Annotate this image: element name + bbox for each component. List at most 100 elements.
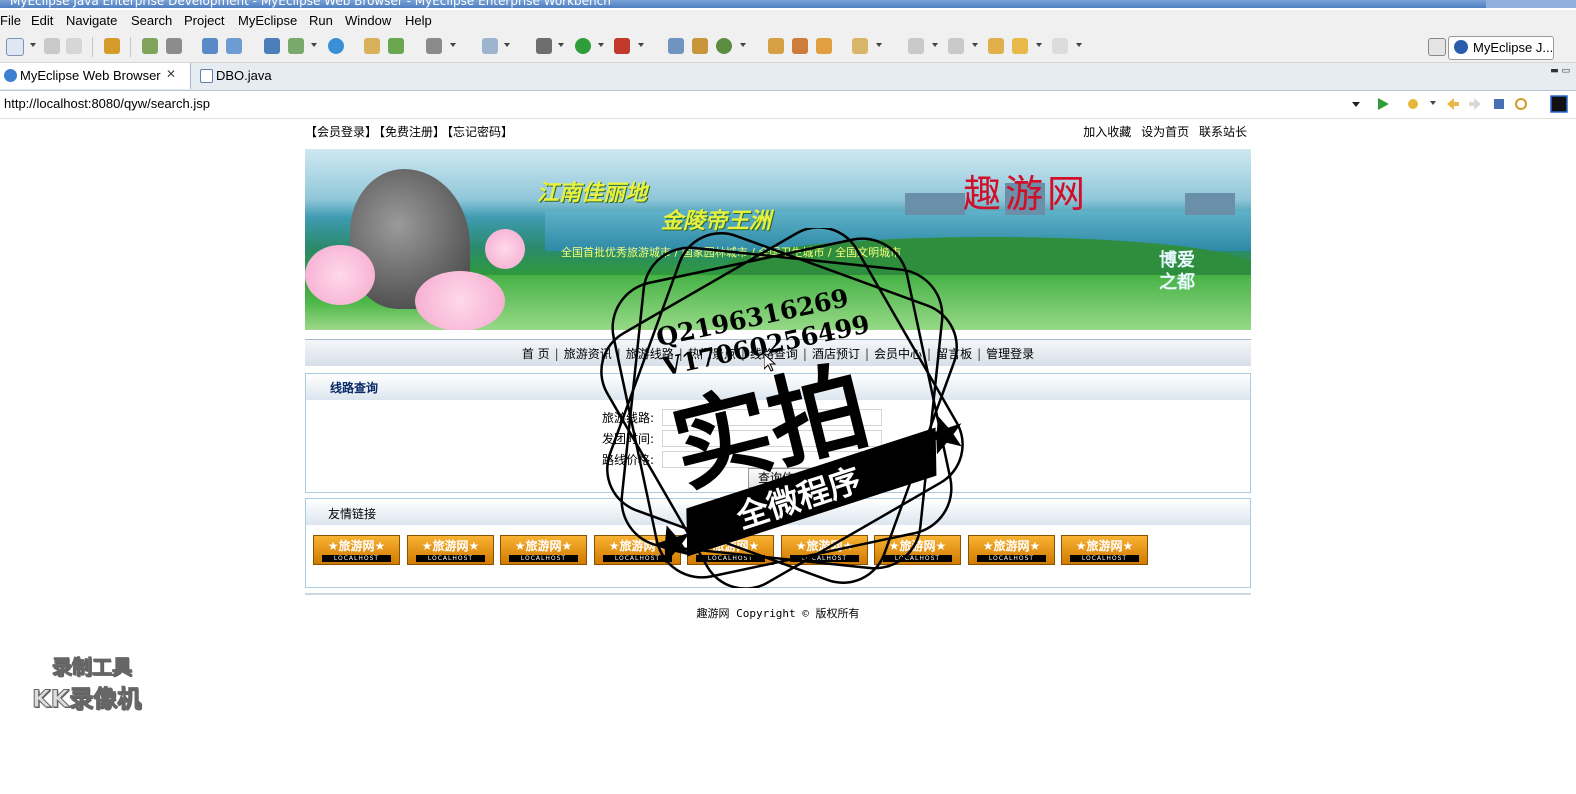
- open-perspective-icon[interactable]: [1428, 38, 1446, 56]
- java-file-icon: [200, 69, 213, 83]
- save-all-icon[interactable]: [66, 38, 82, 54]
- friend-link-badge[interactable]: ★旅游网★ LOCALHOST: [500, 535, 587, 565]
- close-icon[interactable]: ✕: [166, 67, 176, 81]
- web-browser-icon[interactable]: [328, 38, 344, 54]
- tab-dbo-java[interactable]: DBO.java: [196, 63, 296, 89]
- capability-dropdown-icon[interactable]: [311, 43, 317, 47]
- search-tool-icon[interactable]: [716, 38, 732, 54]
- add-favorite-link[interactable]: 加入收藏: [1083, 125, 1131, 139]
- menu-file[interactable]: File: [0, 13, 21, 28]
- next-annotation-dropdown-icon[interactable]: [932, 43, 938, 47]
- toolbar-separator: [130, 37, 131, 57]
- server-wizard-icon[interactable]: [142, 38, 158, 54]
- browser-stop-icon[interactable]: [1492, 97, 1506, 111]
- run-dropdown-icon[interactable]: [598, 43, 604, 47]
- package-icon[interactable]: [104, 38, 120, 54]
- browser-refresh-icon[interactable]: [1514, 97, 1528, 111]
- back-icon[interactable]: [1012, 38, 1028, 54]
- panel-title: 友情链接: [328, 507, 377, 521]
- project-wizard-icon[interactable]: [264, 38, 280, 54]
- tasks-icon[interactable]: [768, 38, 784, 54]
- panel-title: 线路查询: [330, 381, 379, 395]
- new-java-dropdown-icon[interactable]: [504, 43, 510, 47]
- menu-project[interactable]: Project: [184, 13, 224, 28]
- recorder-line1: 录制工具: [52, 655, 133, 680]
- menu-edit[interactable]: Edit: [31, 13, 53, 28]
- prev-annotation-dropdown-icon[interactable]: [972, 43, 978, 47]
- nav-admin-login[interactable]: 管理登录: [986, 347, 1034, 361]
- banner-blossom: [485, 229, 525, 269]
- save-icon[interactable]: [44, 38, 60, 54]
- minimize-maximize-icon[interactable]: ▬ ▭: [1550, 66, 1570, 76]
- browser-back-icon[interactable]: [1446, 97, 1460, 111]
- menu-bar: File Edit Navigate Search Project MyEcli…: [0, 10, 1576, 32]
- annotation-icon[interactable]: [816, 38, 832, 54]
- menu-navigate[interactable]: Navigate: [66, 13, 117, 28]
- forward-icon[interactable]: [1052, 38, 1068, 54]
- friend-link-badge[interactable]: ★旅游网★ LOCALHOST: [313, 535, 400, 565]
- tab-web-browser[interactable]: MyEclipse Web Browser ✕: [0, 63, 191, 89]
- menu-myeclipse[interactable]: MyEclipse: [238, 13, 297, 28]
- run-icon[interactable]: [575, 38, 591, 54]
- site-util-links: 加入收藏 设为首页 联系站长: [1077, 123, 1247, 140]
- prev-annotation-icon[interactable]: [948, 38, 964, 54]
- banner-city: [905, 193, 965, 215]
- last-edit-icon[interactable]: [988, 38, 1004, 54]
- external-tools-dropdown-icon[interactable]: [638, 43, 644, 47]
- member-links: 【会员登录】 【免费注册】 【忘记密码】: [305, 123, 515, 140]
- banner-line1: 江南佳丽地: [537, 180, 648, 206]
- folder-nav-dropdown-icon[interactable]: [876, 43, 882, 47]
- open-type-icon[interactable]: [668, 38, 684, 54]
- console-icon[interactable]: [1550, 95, 1568, 113]
- server-icon[interactable]: [166, 38, 182, 54]
- new-dropdown-icon[interactable]: [30, 43, 36, 47]
- myeclipse-perspective-icon: [1454, 40, 1468, 54]
- forgot-password-link[interactable]: 【忘记密码】: [447, 125, 513, 139]
- url-history-dropdown-icon[interactable]: [1352, 102, 1360, 107]
- url-input[interactable]: http://localhost:8080/qyw/search.jsp: [4, 96, 210, 111]
- menu-run[interactable]: Run: [309, 13, 333, 28]
- perspective-switcher[interactable]: MyEclipse J...: [1448, 36, 1554, 60]
- next-annotation-icon[interactable]: [908, 38, 924, 54]
- member-login-link[interactable]: 【会员登录】: [305, 125, 377, 139]
- external-tools-icon[interactable]: [614, 38, 630, 54]
- open-folder-icon[interactable]: [364, 38, 380, 54]
- undeploy-icon[interactable]: [226, 38, 242, 54]
- camera-icon[interactable]: [426, 38, 442, 54]
- friend-link-badge[interactable]: ★旅游网★ LOCALHOST: [1061, 535, 1148, 565]
- set-homepage-link[interactable]: 设为首页: [1141, 125, 1189, 139]
- go-icon[interactable]: [1376, 97, 1390, 111]
- add-capability-icon[interactable]: [288, 38, 304, 54]
- back-dropdown-icon[interactable]: [1036, 43, 1042, 47]
- browser-forward-icon[interactable]: [1468, 97, 1482, 111]
- perspective-label: MyEclipse J...: [1473, 40, 1554, 55]
- favorites-icon[interactable]: [1406, 97, 1420, 111]
- menu-window[interactable]: Window: [345, 13, 391, 28]
- debug-icon[interactable]: [536, 38, 552, 54]
- site-footer: 趣游网 Copyright © 版权所有: [696, 607, 860, 620]
- browser-address-bar: http://localhost:8080/qyw/search.jsp: [0, 91, 1576, 119]
- favorites-dropdown-icon[interactable]: [1430, 101, 1436, 105]
- main-toolbar: [0, 32, 1576, 63]
- menu-search[interactable]: Search: [131, 13, 172, 28]
- editor-tab-bar: MyEclipse Web Browser ✕ DBO.java: [0, 63, 1576, 91]
- friend-link-badge[interactable]: ★旅游网★ LOCALHOST: [407, 535, 494, 565]
- new-icon[interactable]: [6, 38, 24, 56]
- folder-nav-icon[interactable]: [852, 38, 868, 54]
- contact-admin-link[interactable]: 联系站长: [1199, 125, 1247, 139]
- search-dropdown-icon[interactable]: [740, 43, 746, 47]
- nav-home[interactable]: 首 页: [522, 347, 550, 361]
- menu-help[interactable]: Help: [405, 13, 432, 28]
- camera-dropdown-icon[interactable]: [450, 43, 456, 47]
- deploy-icon[interactable]: [202, 38, 218, 54]
- recorder-watermark: 录制工具 KK录像机: [30, 651, 170, 714]
- new-java-icon[interactable]: [482, 38, 498, 54]
- pencil-icon[interactable]: [792, 38, 808, 54]
- forward-dropdown-icon[interactable]: [1076, 43, 1082, 47]
- open-resource-icon[interactable]: [692, 38, 708, 54]
- free-register-link[interactable]: 【免费注册】: [379, 125, 445, 139]
- refresh-icon[interactable]: [388, 38, 404, 54]
- window-controls[interactable]: [1486, 0, 1576, 8]
- friend-link-badge[interactable]: ★旅游网★ LOCALHOST: [968, 535, 1055, 565]
- debug-dropdown-icon[interactable]: [558, 43, 564, 47]
